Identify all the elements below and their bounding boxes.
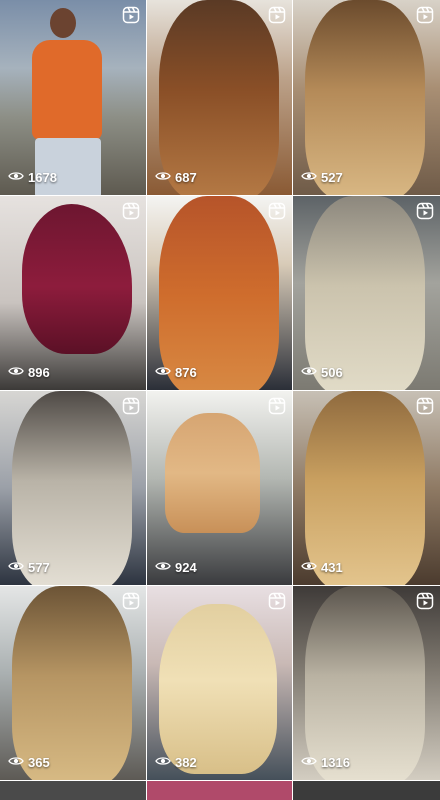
view-count-label: 365	[28, 755, 50, 770]
reel-tile-partial[interactable]	[147, 781, 292, 800]
hair-shape	[159, 0, 279, 195]
view-count-label: 382	[175, 755, 197, 770]
view-count: 1678	[8, 168, 57, 187]
person-head	[50, 8, 76, 38]
reel-icon	[122, 6, 140, 24]
hair-shape	[165, 413, 260, 533]
eye-icon	[301, 168, 317, 187]
view-count: 431	[301, 558, 343, 577]
eye-icon	[8, 168, 24, 187]
reel-tile[interactable]: 506	[293, 196, 440, 390]
eye-icon	[301, 753, 317, 772]
reel-tile[interactable]: 896	[0, 196, 146, 390]
reel-tile[interactable]: 577	[0, 391, 146, 585]
reel-icon	[122, 592, 140, 610]
view-count: 896	[8, 363, 50, 382]
reel-icon	[122, 397, 140, 415]
reel-tile-partial[interactable]	[0, 781, 146, 800]
reel-icon	[268, 592, 286, 610]
reel-icon	[122, 202, 140, 220]
reel-icon	[416, 202, 434, 220]
view-count-label: 1316	[321, 755, 350, 770]
reel-tile[interactable]: 527	[293, 0, 440, 195]
eye-icon	[155, 363, 171, 382]
reel-tile[interactable]: 876	[147, 196, 292, 390]
hair-shape	[305, 196, 425, 390]
eye-icon	[8, 753, 24, 772]
eye-icon	[8, 558, 24, 577]
eye-icon	[155, 753, 171, 772]
hair-shape	[12, 391, 132, 585]
view-count-label: 577	[28, 560, 50, 575]
view-count-label: 431	[321, 560, 343, 575]
reel-tile[interactable]: 431	[293, 391, 440, 585]
hair-shape	[305, 586, 425, 780]
view-count: 365	[8, 753, 50, 772]
reel-icon	[416, 397, 434, 415]
hair-shape	[12, 586, 132, 780]
reel-icon	[268, 397, 286, 415]
view-count: 687	[155, 168, 197, 187]
view-count-label: 527	[321, 170, 343, 185]
reel-icon	[416, 6, 434, 24]
view-count-label: 924	[175, 560, 197, 575]
view-count: 527	[301, 168, 343, 187]
view-count: 506	[301, 363, 343, 382]
view-count: 1316	[301, 753, 350, 772]
view-count: 382	[155, 753, 197, 772]
reel-tile-partial[interactable]	[293, 781, 440, 800]
view-count: 577	[8, 558, 50, 577]
eye-icon	[155, 168, 171, 187]
reel-tile[interactable]: 1316	[293, 586, 440, 780]
view-count-label: 1678	[28, 170, 57, 185]
reel-tile[interactable]: 1678	[0, 0, 146, 195]
hair-shape	[305, 391, 425, 585]
hair-shape	[159, 604, 277, 774]
reel-tile[interactable]: 924	[147, 391, 292, 585]
reel-icon	[268, 6, 286, 24]
reels-grid: 1678 687 527 896 876 506 577 924 431 365 382 1316	[0, 0, 440, 800]
reel-icon	[268, 202, 286, 220]
hair-shape	[305, 0, 425, 195]
eye-icon	[8, 363, 24, 382]
view-count: 876	[155, 363, 197, 382]
view-count: 924	[155, 558, 197, 577]
view-count-label: 506	[321, 365, 343, 380]
reel-tile[interactable]: 382	[147, 586, 292, 780]
view-count-label: 896	[28, 365, 50, 380]
eye-icon	[301, 363, 317, 382]
person-figure	[32, 40, 102, 140]
view-count-label: 687	[175, 170, 197, 185]
reel-icon	[416, 592, 434, 610]
reel-tile[interactable]: 365	[0, 586, 146, 780]
eye-icon	[301, 558, 317, 577]
eye-icon	[155, 558, 171, 577]
reel-tile[interactable]: 687	[147, 0, 292, 195]
hair-shape	[159, 196, 279, 390]
view-count-label: 876	[175, 365, 197, 380]
